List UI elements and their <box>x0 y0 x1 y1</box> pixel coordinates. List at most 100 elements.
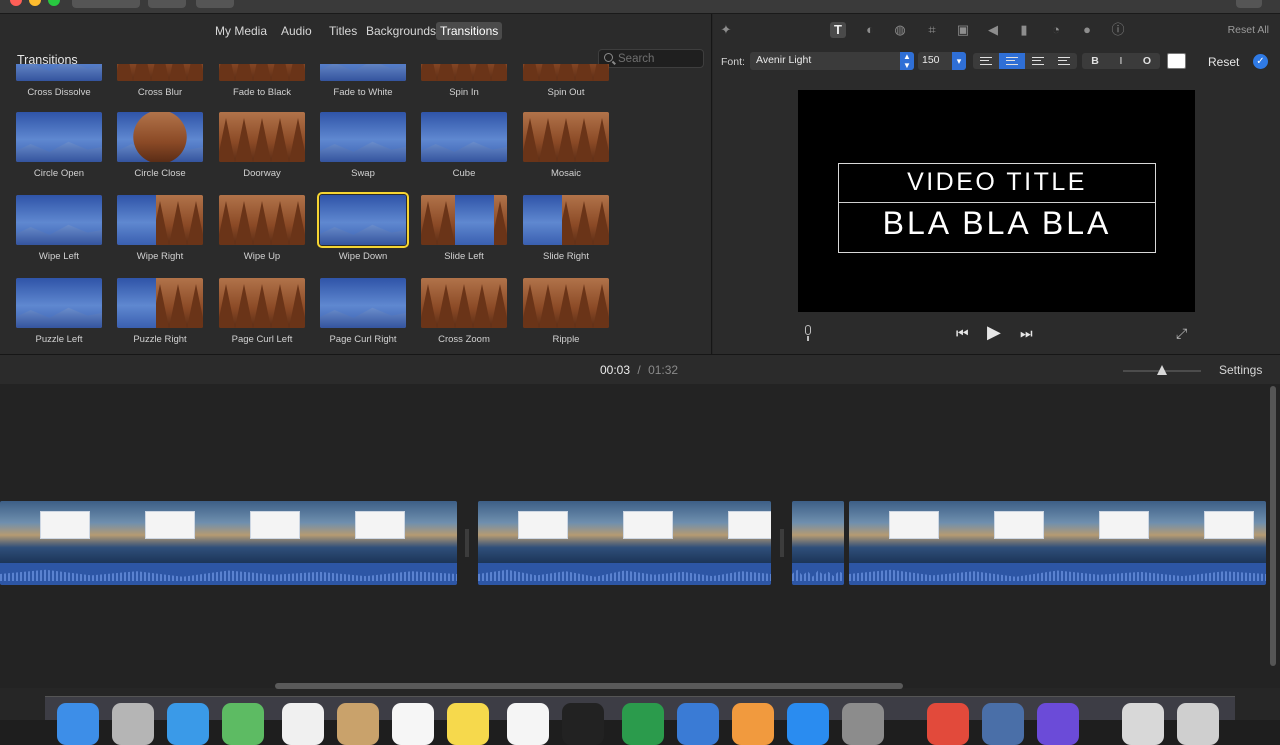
zoom-slider-knob[interactable] <box>1157 365 1167 375</box>
transition-item[interactable]: Doorway <box>219 112 319 192</box>
transition-thumbnail[interactable] <box>320 278 406 328</box>
crop-icon[interactable]: ⌗ <box>924 22 940 38</box>
transition-thumbnail[interactable] <box>117 64 203 81</box>
transition-thumbnail[interactable] <box>421 112 507 162</box>
magic-wand-icon[interactable]: ✦ <box>718 22 734 38</box>
minimize-window-button[interactable] <box>29 0 41 6</box>
transition-thumbnail[interactable] <box>16 112 102 162</box>
skip-forward-icon[interactable]: ⏭ <box>1020 325 1033 342</box>
title-text-box[interactable]: VIDEO TITLE BLA BLA BLA <box>838 163 1156 253</box>
color-correction-icon[interactable]: ◍ <box>892 22 908 38</box>
transition-thumbnail[interactable] <box>219 195 305 245</box>
transition-item[interactable]: Puzzle Right <box>117 278 217 354</box>
checkmark-icon[interactable]: ✓ <box>1253 54 1268 69</box>
transition-marker[interactable] <box>465 529 469 557</box>
transition-item[interactable]: Cross Dissolve <box>16 64 116 111</box>
transition-thumbnail[interactable] <box>523 112 609 162</box>
transition-item[interactable]: Puzzle Left <box>16 278 116 354</box>
transition-thumbnail[interactable] <box>16 195 102 245</box>
transition-item[interactable]: Page Curl Left <box>219 278 319 354</box>
transition-item[interactable]: Page Curl Right <box>320 278 420 354</box>
align-left-button[interactable] <box>973 53 999 69</box>
text-color-swatch[interactable] <box>1167 53 1186 69</box>
close-window-button[interactable] <box>10 0 22 6</box>
transition-item[interactable]: Wipe Down <box>317 192 420 275</box>
transition-item[interactable]: Cross Zoom <box>421 278 521 354</box>
speed-icon[interactable]: ◔ <box>1048 22 1064 38</box>
transition-item[interactable]: Spin Out <box>523 64 623 111</box>
skip-back-icon[interactable]: ⏮ <box>956 325 969 342</box>
transition-item[interactable]: Circle Open <box>16 112 116 192</box>
transition-thumbnail[interactable] <box>117 278 203 328</box>
transition-item[interactable]: Spin In <box>421 64 521 111</box>
transition-thumbnail[interactable] <box>219 278 305 328</box>
info-icon[interactable]: ⓘ <box>1110 22 1126 38</box>
zoom-window-button[interactable] <box>48 0 60 6</box>
transition-thumbnail[interactable] <box>523 278 609 328</box>
align-center-button[interactable] <box>999 53 1025 69</box>
transition-thumbnail[interactable] <box>523 195 609 245</box>
chrome-icon[interactable] <box>927 703 969 745</box>
transition-thumbnail[interactable] <box>219 64 305 81</box>
quicktime-icon[interactable] <box>982 703 1024 745</box>
transition-thumbnail[interactable] <box>317 192 409 248</box>
bold-button[interactable]: B <box>1082 53 1108 69</box>
photos-icon[interactable] <box>282 703 324 745</box>
import-button[interactable] <box>196 0 234 8</box>
tab-transitions[interactable]: Transitions <box>436 22 503 40</box>
text-style-icon[interactable]: T <box>830 22 846 38</box>
video-preview[interactable]: VIDEO TITLE BLA BLA BLA <box>798 90 1195 312</box>
title-line-2[interactable]: BLA BLA BLA <box>839 205 1155 242</box>
folder-icon[interactable] <box>1122 703 1164 745</box>
system-preferences-icon[interactable] <box>842 703 884 745</box>
horizontal-scrollbar[interactable] <box>275 683 903 689</box>
transition-thumbnail[interactable] <box>219 112 305 162</box>
transition-marker[interactable] <box>780 529 784 557</box>
video-clip[interactable] <box>849 501 1266 585</box>
tab-audio[interactable]: Audio <box>277 22 316 40</box>
tab-my-media[interactable]: My Media <box>211 22 271 40</box>
transition-thumbnail[interactable] <box>16 278 102 328</box>
transition-item[interactable]: Slide Left <box>421 195 521 275</box>
transition-item[interactable]: Circle Close <box>117 112 217 192</box>
justify-button[interactable] <box>1051 53 1077 69</box>
finder-icon[interactable] <box>57 703 99 745</box>
transition-thumbnail[interactable] <box>16 64 102 81</box>
transition-item[interactable]: Wipe Left <box>16 195 116 275</box>
launchpad-icon[interactable] <box>112 703 154 745</box>
italic-button[interactable]: I <box>1108 53 1134 69</box>
tab-backgrounds[interactable]: Backgrounds <box>362 22 440 40</box>
title-line-1[interactable]: VIDEO TITLE <box>839 168 1155 197</box>
stabilization-icon[interactable]: ▣ <box>955 22 971 38</box>
transition-item[interactable]: Fade to Black <box>219 64 319 111</box>
numbers-icon[interactable] <box>622 703 664 745</box>
notes-icon[interactable] <box>447 703 489 745</box>
transition-item[interactable]: Fade to White <box>320 64 420 111</box>
volume-icon[interactable]: ◀ <box>985 22 1001 38</box>
transition-thumbnail[interactable] <box>421 278 507 328</box>
transition-thumbnail[interactable] <box>320 112 406 162</box>
pages-icon[interactable] <box>732 703 774 745</box>
noise-reduction-icon[interactable]: ▮ <box>1016 22 1032 38</box>
reset-all-button[interactable]: Reset All <box>1228 24 1269 36</box>
trash-icon[interactable] <box>1177 703 1219 745</box>
color-balance-icon[interactable]: ◐ <box>862 22 878 38</box>
filter-icon[interactable]: ● <box>1079 22 1095 38</box>
transition-item[interactable]: Slide Right <box>523 195 623 275</box>
calendar-icon[interactable] <box>392 703 434 745</box>
tab-titles[interactable]: Titles <box>325 22 361 40</box>
transition-item[interactable]: Mosaic <box>523 112 623 192</box>
timeline-settings-button[interactable]: Settings <box>1219 363 1262 377</box>
transition-item[interactable]: Ripple <box>523 278 623 354</box>
transition-thumbnail[interactable] <box>421 64 507 81</box>
keynote-icon[interactable] <box>677 703 719 745</box>
vertical-scrollbar[interactable] <box>1270 386 1276 666</box>
outline-button[interactable]: O <box>1134 53 1160 69</box>
microphone-icon[interactable] <box>802 325 814 343</box>
maps-icon[interactable] <box>222 703 264 745</box>
transition-thumbnail[interactable] <box>523 64 609 81</box>
imovie-icon[interactable] <box>1037 703 1079 745</box>
video-clip[interactable] <box>478 501 771 585</box>
transition-item[interactable]: Wipe Up <box>219 195 319 275</box>
play-icon[interactable]: ▶ <box>987 322 1001 343</box>
